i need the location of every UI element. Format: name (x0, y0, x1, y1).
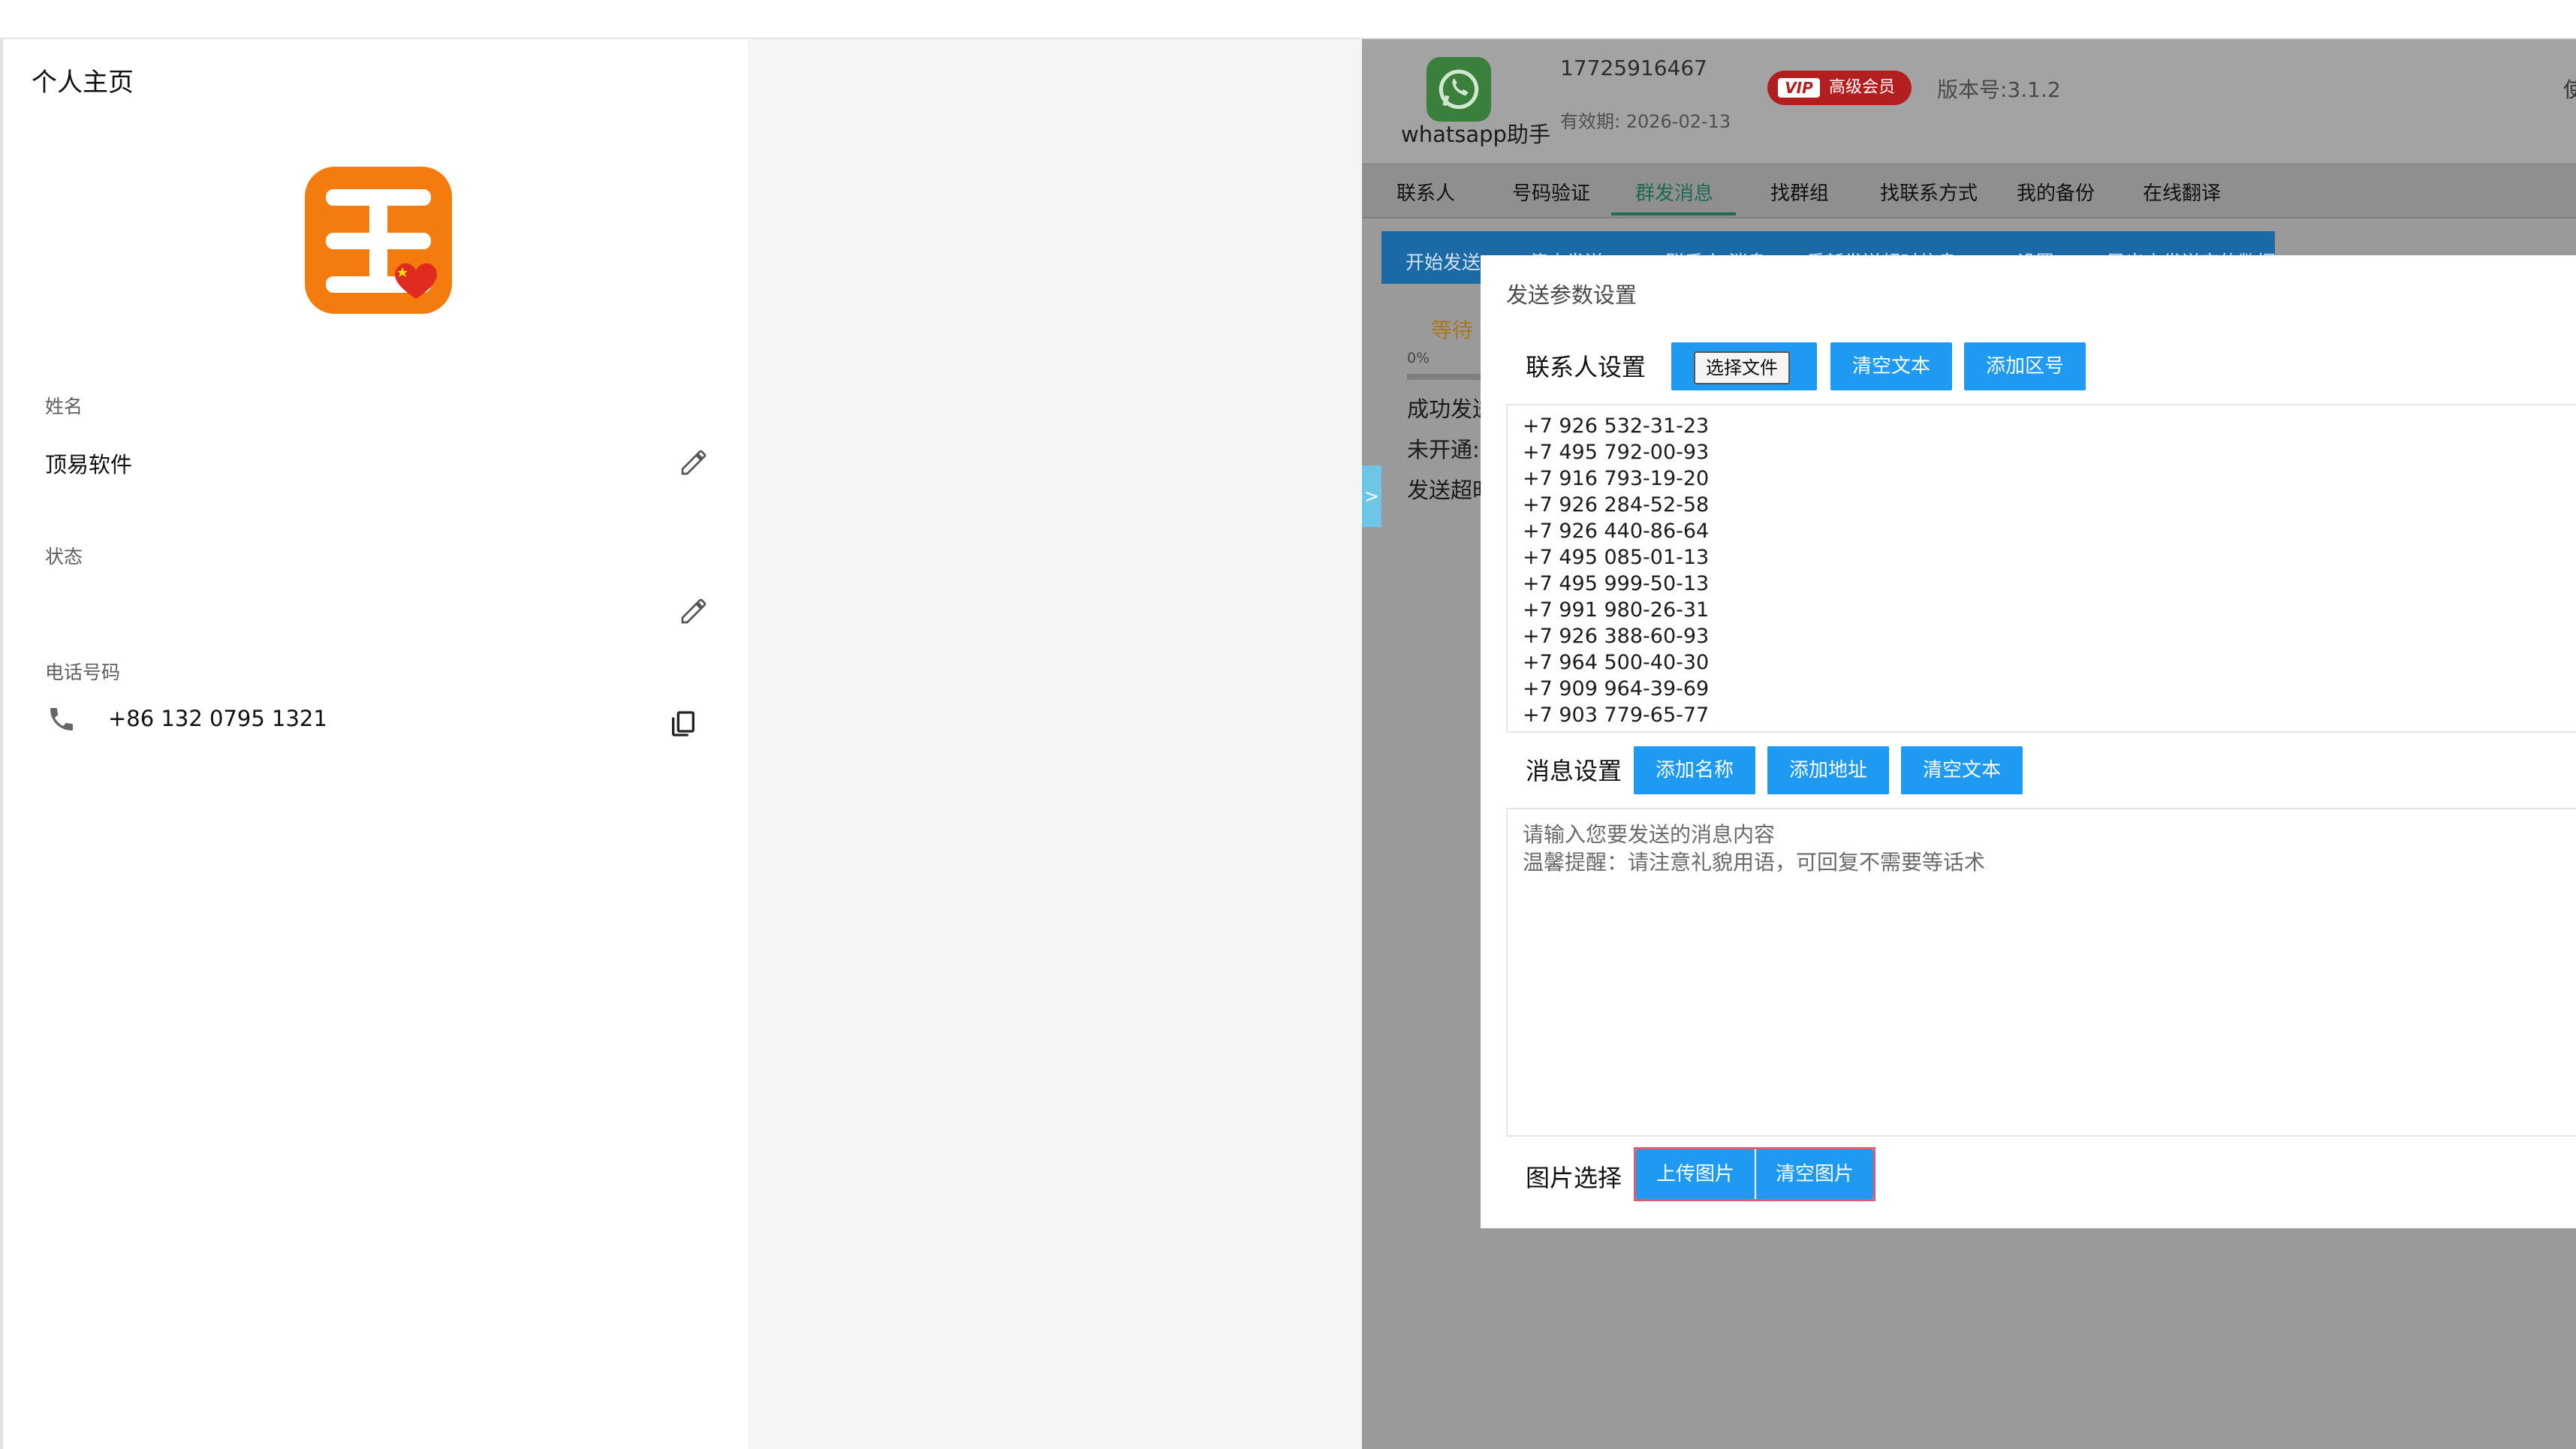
modal-title: 发送参数设置 (1506, 282, 1637, 308)
nav-bulk-message[interactable]: 群发消息 (1635, 178, 1713, 206)
tab-start-send[interactable]: 开始发送 (1406, 248, 1481, 275)
image-button-group: 上传图片 清空图片 (1634, 1147, 1876, 1201)
progress-percent: 0% (1407, 350, 1430, 366)
whatsapp-logo-icon (1427, 57, 1491, 122)
app-brand-label: whatsapp助手 (1401, 122, 1550, 147)
status-label: 状态 (45, 546, 83, 568)
page-title: 个人主页 (32, 68, 134, 98)
profile-panel: 个人主页 姓名 顶易软件 状态 电话号码 +86 132 0795 1321 (0, 39, 748, 1449)
contacts-settings-label: 联系人设置 (1526, 353, 1647, 381)
nav-my-backup[interactable]: 我的备份 (2017, 178, 2095, 206)
main-nav: 联系人 号码验证 群发消息 找群组 找联系方式 我的备份 在线翻译 (1362, 163, 2576, 218)
add-address-button[interactable]: 添加地址 (1767, 746, 1889, 794)
copy-icon[interactable] (668, 709, 698, 739)
heart-flag-icon (395, 263, 437, 299)
add-name-button[interactable]: 添加名称 (1634, 746, 1755, 794)
vip-badge: VIP 高级会员 (1767, 71, 1912, 105)
choose-file-inner[interactable]: 选择文件 (1694, 351, 1790, 384)
choose-file-button[interactable]: 选择文件 (1671, 342, 1817, 390)
clear-message-button[interactable]: 清空文本 (1901, 746, 2023, 794)
send-settings-modal: 发送参数设置 联系人设置 选择文件 清空文本 添加区号 +7 926 532-3… (1481, 255, 2576, 1228)
message-placeholder-line2: 温馨提醒：请注意礼貌用语，可回复不需要等话术 (1523, 850, 1986, 875)
phone-icon (50, 708, 73, 731)
clear-contacts-button[interactable]: 清空文本 (1830, 342, 1952, 390)
contact-number: +7 903 779-65-77 (1523, 703, 1710, 727)
contact-number: +7 926 388-60-93 (1523, 625, 1710, 648)
vip-text: 高级会员 (1829, 78, 1896, 97)
edit-status-icon[interactable] (679, 596, 709, 626)
avatar[interactable] (305, 167, 452, 314)
middle-panel (748, 39, 1362, 1449)
image-select-label: 图片选择 (1526, 1164, 1622, 1192)
edit-name-icon[interactable] (679, 447, 709, 477)
contact-number: +7 916 793-19-20 (1523, 467, 1710, 490)
panel-toggle-handle[interactable]: > (1362, 465, 1381, 527)
contact-number: +7 495 792-00-93 (1523, 441, 1710, 464)
stat-not-activated: 未开通: (1407, 437, 1480, 462)
active-tab-indicator (1611, 212, 1736, 215)
contacts-textarea[interactable]: +7 926 532-31-23 +7 495 792-00-93 +7 916… (1506, 404, 2576, 733)
contact-number: +7 926 284-52-58 (1523, 493, 1710, 517)
vip-tag: VIP (1778, 78, 1820, 98)
message-placeholder-line1: 请输入您要发送的消息内容 (1523, 822, 1776, 847)
nav-contacts[interactable]: 联系人 (1396, 178, 1455, 206)
contact-number: +7 991 980-26-31 (1523, 598, 1710, 622)
contact-number: +7 964 500-40-30 (1523, 651, 1710, 674)
phone-value: +86 132 0795 1321 (108, 706, 327, 731)
contact-number: +7 495 999-50-13 (1523, 572, 1710, 595)
account-phone: 17725916467 (1560, 56, 1707, 80)
contact-number: +7 495 085-01-13 (1523, 546, 1710, 569)
message-settings-label: 消息设置 (1526, 757, 1622, 785)
top-strip (0, 0, 2576, 39)
name-label: 姓名 (45, 396, 83, 417)
name-value: 顶易软件 (45, 452, 133, 477)
contact-number: +7 926 440-86-64 (1523, 520, 1710, 543)
version-label: 版本号:3.1.2 (1937, 77, 2061, 102)
clear-image-button[interactable]: 清空图片 (1756, 1149, 1873, 1199)
progress-bar (1407, 374, 1482, 380)
contact-number: +7 926 532-31-23 (1523, 414, 1710, 438)
header-truncated-text: 使 (2563, 77, 2576, 102)
nav-find-groups[interactable]: 找群组 (1770, 178, 1829, 206)
phone-label: 电话号码 (45, 661, 121, 683)
expiry-date: 有效期: 2026-02-13 (1560, 111, 1731, 132)
message-textarea[interactable]: 请输入您要发送的消息内容 温馨提醒：请注意礼貌用语，可回复不需要等话术 (1506, 808, 2576, 1137)
wait-status: 等待 (1431, 318, 1474, 342)
upload-image-button[interactable]: 上传图片 (1636, 1149, 1755, 1199)
nav-online-translate[interactable]: 在线翻译 (2143, 178, 2221, 206)
nav-number-verify[interactable]: 号码验证 (1512, 178, 1590, 206)
contact-number: +7 909 964-39-69 (1523, 677, 1710, 700)
nav-find-contacts[interactable]: 找联系方式 (1880, 178, 1978, 206)
add-area-code-button[interactable]: 添加区号 (1964, 342, 2086, 390)
